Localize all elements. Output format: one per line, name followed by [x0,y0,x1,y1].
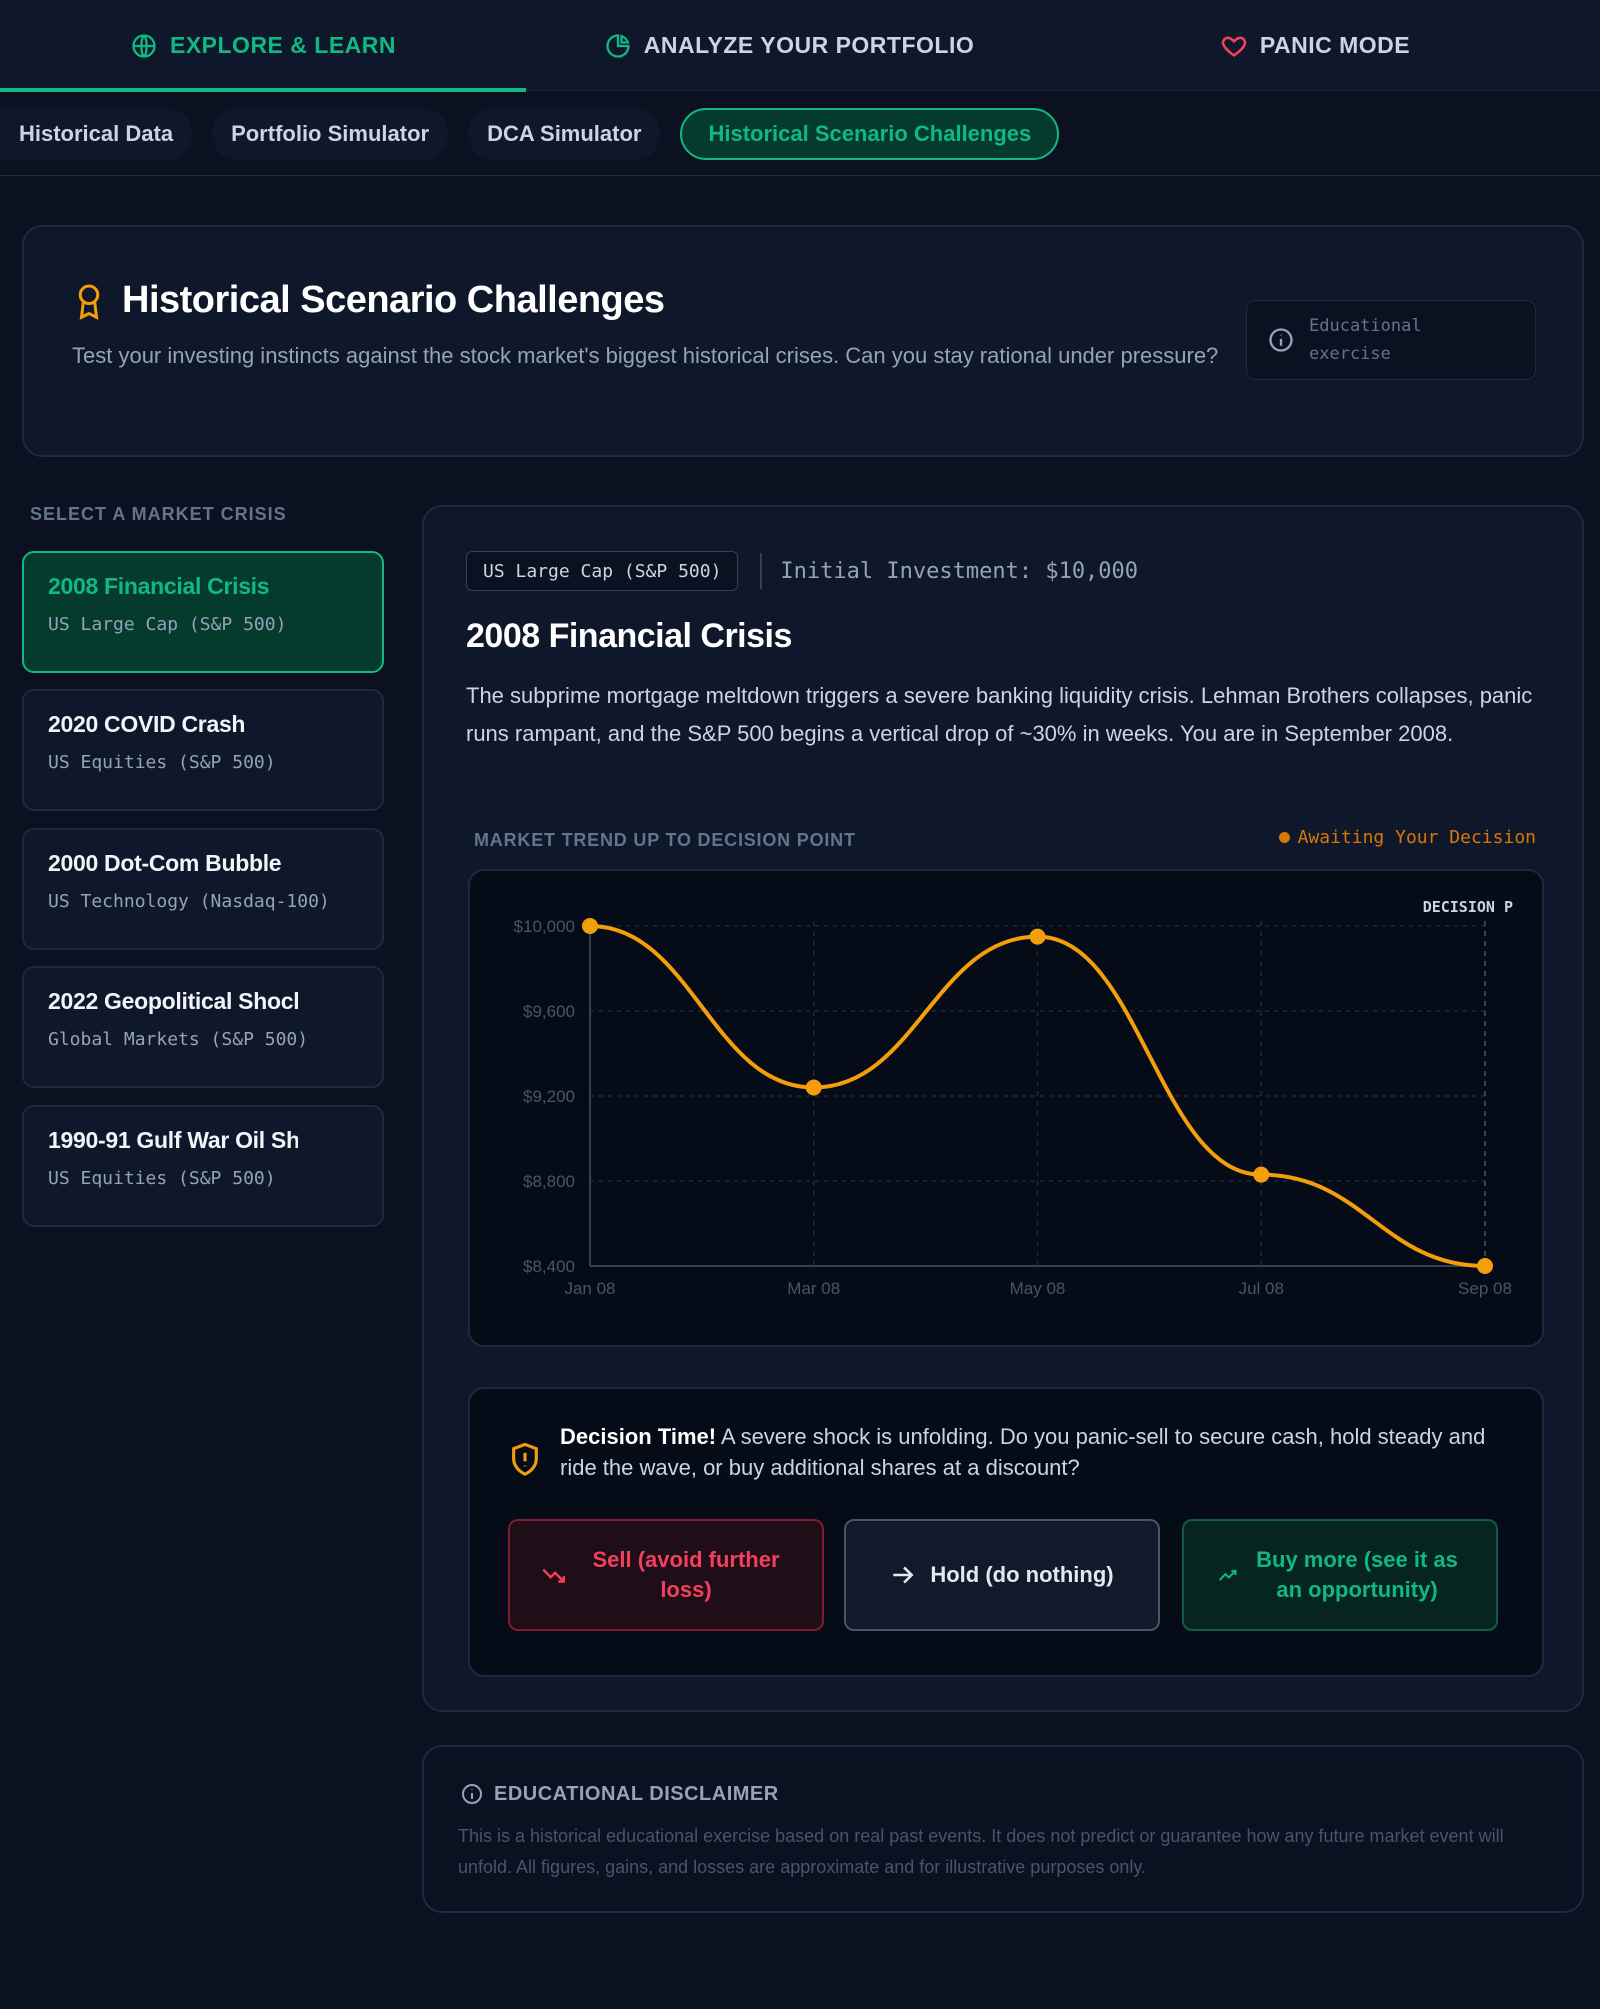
x-tick-label: Mar 08 [787,1279,840,1298]
disclaimer-card: EDUCATIONAL DISCLAIMER This is a histori… [422,1745,1584,1913]
decision-status: Awaiting Your Decision [1278,827,1536,848]
crisis-item-2022[interactable]: 2022 Geopolitical Shock Global Markets (… [22,966,384,1088]
trending-down-icon [542,1568,565,1583]
subtab-historical-scenario-challenges[interactable]: Historical Scenario Challenges [680,107,1060,160]
y-tick-label: $9,600 [523,1002,575,1021]
crisis-item-2008[interactable]: 2008 Financial Crisis US Large Cap (S&P … [22,551,384,673]
y-tick-label: $8,800 [523,1172,575,1191]
educational-badge: Educational exercise [1246,300,1536,380]
header-card: Historical Scenario Challenges Test your… [22,225,1584,457]
hold-button[interactable]: Hold (do nothing) [844,1519,1160,1631]
arrow-right-icon [893,1566,914,1584]
data-point [1253,1166,1270,1183]
x-tick-label: Jan 08 [564,1279,615,1298]
crisis-market: Global Markets (S&P 500) [48,1029,309,1050]
subtab-historical-data[interactable]: Historical Data [0,107,193,160]
tab-analyze-portfolio[interactable]: ANALYZE YOUR PORTFOLIO [526,0,1052,91]
subtab-label: Portfolio Simulator [231,120,430,146]
trend-label: MARKET TREND UP TO DECISION POINT [474,830,856,850]
market-chart: $10,000 $9,600 $9,200 $8,800 $8,400 Jan 08 Mar… [468,869,1544,1347]
tab-label: EXPLORE & LEARN [169,32,397,58]
subtab-dca-simulator[interactable]: DCA Simulator [468,107,661,160]
info-icon [462,1784,482,1804]
crisis-item-2000[interactable]: 2000 Dot-Com Bubble US Technology (Nasda… [22,828,384,950]
data-point [805,1079,822,1096]
page-title: Historical Scenario Challenges [122,279,665,321]
x-tick-label: Jul 08 [1239,1279,1284,1298]
sub-navigation: Historical Data Portfolio Simulator DCA … [0,92,1600,176]
globe-icon [132,33,156,58]
status-text: Awaiting Your Decision [1297,827,1536,848]
disclaimer-title: EDUCATIONAL DISCLAIMER [494,1782,779,1805]
x-tick-label: May 08 [1010,1279,1066,1298]
scenario-tags: US Large Cap (S&P 500) Initial Investmen… [466,551,1138,591]
trending-up-icon [1218,1569,1237,1581]
decision-lead: Decision Time! [560,1424,717,1449]
buy-more-button[interactable]: Buy more (see it as an opportunity) [1182,1519,1498,1631]
crisis-name: 1990-91 Gulf War Oil Shock [48,1127,298,1153]
crisis-market: US Equities (S&P 500) [48,1168,276,1189]
award-icon [78,284,100,320]
subtab-label: Historical Scenario Challenges [708,120,1032,146]
hold-label: Hold (do nothing) [930,1562,1114,1587]
info-icon [1269,328,1293,352]
market-tag: US Large Cap (S&P 500) [466,551,739,591]
sidebar-label: SELECT A MARKET CRISIS [30,504,287,524]
y-tick-label: $10,000 [514,917,575,936]
pie-chart-icon [606,33,630,58]
scenario-panel: US Large Cap (S&P 500) Initial Investmen… [422,505,1584,1712]
subtab-label: DCA Simulator [487,120,642,146]
shield-alert-icon [512,1442,538,1476]
disclaimer-text: This is a historical educational exercis… [458,1826,1504,1877]
tab-explore-learn[interactable]: EXPLORE & LEARN [0,0,526,92]
crisis-market: US Technology (Nasdaq-100) [48,891,330,912]
chart-svg: $10,000 $9,600 $9,200 $8,800 $8,400 Jan 08 Mar… [514,898,1513,1298]
crisis-name: 2000 Dot-Com Bubble [48,850,282,876]
tab-label: PANIC MODE [1259,32,1411,58]
data-point [582,918,598,934]
subtab-portfolio-simulator[interactable]: Portfolio Simulator [212,107,449,160]
sell-button[interactable]: Sell (avoid further loss) [508,1519,824,1631]
decision-point-label: DECISION P [1423,898,1513,916]
initial-investment: Initial Investment: $10,000 [780,558,1139,584]
sell-label: Sell (avoid further loss) [592,1547,780,1602]
crisis-item-2020[interactable]: 2020 COVID Crash US Equities (S&P 500) [22,689,384,811]
tag-divider [760,553,763,589]
crisis-item-1990[interactable]: 1990-91 Gulf War Oil Shock US Equities (… [22,1105,384,1227]
title-row: Historical Scenario Challenges [74,279,665,322]
badge-text: Educational exercise [1309,316,1422,364]
x-tick-label: Sep 08 [1458,1279,1512,1298]
data-point [1029,928,1046,945]
scenario-title: 2008 Financial Crisis [466,617,792,655]
decision-prompt: Decision Time! A severe shock is unfoldi… [560,1421,1520,1483]
crisis-market: US Equities (S&P 500) [48,752,276,773]
tab-label: ANALYZE YOUR PORTFOLIO [643,32,975,58]
decision-panel: Decision Time! A severe shock is unfoldi… [468,1387,1544,1677]
crisis-market: US Large Cap (S&P 500) [48,614,287,635]
page-subtitle: Test your investing instincts against th… [72,343,1219,368]
subtab-label: Historical Data [19,120,174,146]
status-dot [1278,832,1290,843]
top-navigation: EXPLORE & LEARN ANALYZE YOUR PORTFOLIO P… [0,0,1600,92]
scenario-description: The subprime mortgage meltdown triggers … [466,683,1533,746]
heart-icon [1221,36,1247,57]
y-tick-label: $8,400 [523,1257,575,1276]
y-tick-label: $9,200 [523,1087,575,1106]
crisis-name: 2020 COVID Crash [48,711,246,737]
disclaimer-header: EDUCATIONAL DISCLAIMER [460,1782,779,1806]
tab-panic-mode[interactable]: PANIC MODE [1052,0,1578,91]
crisis-name: 2008 Financial Crisis [48,573,270,599]
data-point [1477,1258,1493,1274]
buy-label: Buy more (see it as an opportunity) [1256,1547,1458,1602]
crisis-name: 2022 Geopolitical Shock [48,988,298,1014]
